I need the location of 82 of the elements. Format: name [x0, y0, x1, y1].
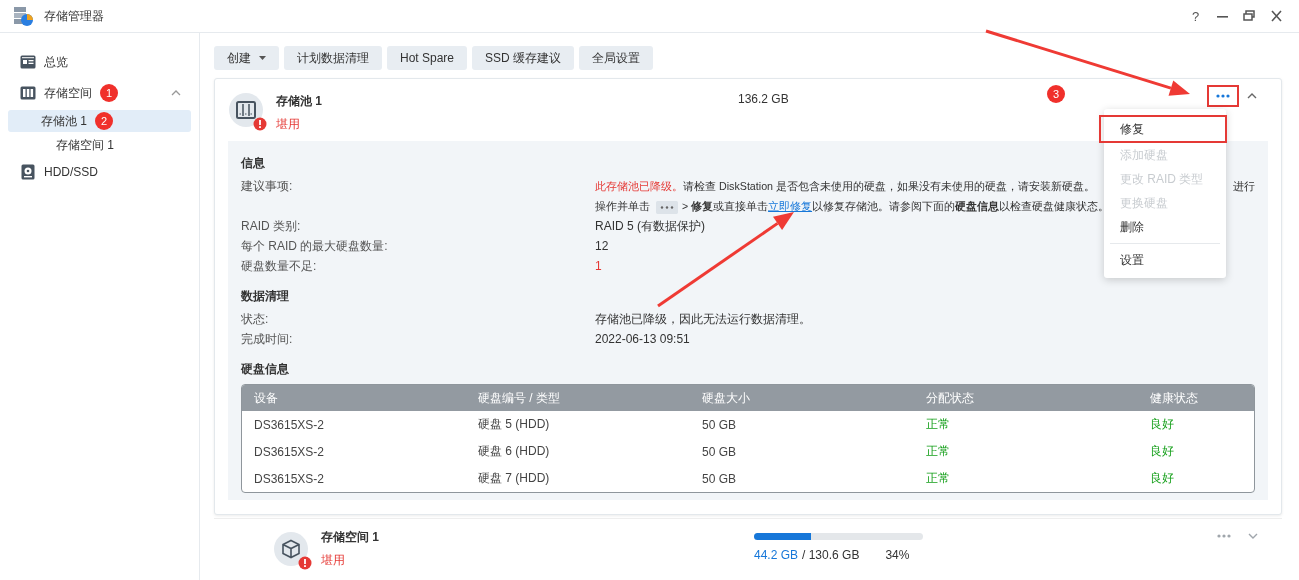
cube-icon: [281, 539, 301, 559]
chevron-up-icon[interactable]: [1247, 93, 1257, 99]
advice-text: 此存储池已降级。请检查 DiskStation 是否包含未使用的硬盘，如果没有未使用的硬盘，请安装新硬盘。: [595, 179, 1095, 194]
overview-icon: [20, 55, 36, 69]
table-cell-text: DS3615XS-2: [253, 470, 326, 488]
table-cell-text: 良好: [1149, 416, 1175, 433]
sidebar-item[interactable]: HDD/SSD: [8, 158, 191, 186]
restore-icon[interactable]: [1241, 10, 1258, 22]
field-label: 状态:: [241, 311, 270, 328]
storage-icon: [20, 86, 36, 100]
field-label: RAID 类别:: [241, 218, 302, 235]
table-cell-text: 正常: [925, 470, 951, 487]
pool-size: 136.2 GB: [738, 91, 790, 106]
column-header: 健康状态: [1138, 385, 1254, 411]
field-label: 每个 RAID 的最大硬盘数量:: [241, 238, 389, 255]
sidebar-label: 总览: [44, 53, 68, 71]
repair-link[interactable]: 立即修复: [768, 200, 813, 212]
field-label: 硬盘数量不足:: [241, 258, 318, 275]
toolbar-button[interactable]: SSD 缓存建议: [472, 46, 575, 70]
more-icon: [1217, 534, 1231, 538]
app-logo-icon: [12, 5, 34, 27]
used-size: 44.2 GB: [754, 548, 799, 562]
help-button[interactable]: ?: [1187, 8, 1204, 24]
total-size: / 130.6 GB: [802, 548, 860, 562]
field-value: 1: [595, 258, 602, 275]
field-value: 存储池已降级，因此无法运行数据清理。: [595, 311, 811, 328]
sidebar-item[interactable]: 存储空间 1: [8, 79, 191, 107]
section-title: 数据清理: [241, 288, 290, 305]
menu-item[interactable]: 设置: [1104, 248, 1226, 272]
table-cell-text: DS3615XS-2: [253, 443, 326, 461]
table-cell-text: 硬盘 7 (HDD): [477, 470, 551, 487]
table-cell-text: 硬盘 6 (HDD): [477, 443, 551, 460]
table-cell-text: 正常: [925, 416, 951, 433]
annotation-badge: 3: [1047, 85, 1065, 103]
section-title: 硬盘信息: [241, 361, 290, 378]
field-value: RAID 5 (有数据保护): [595, 218, 705, 235]
sidebar-item[interactable]: 存储池 1 2: [8, 110, 191, 132]
annotation-badge: 2: [95, 112, 113, 130]
table-cell-text: 50 GB: [701, 470, 738, 488]
sidebar-label: 存储池 1: [41, 112, 87, 130]
menu-item[interactable]: 删除: [1104, 215, 1226, 239]
table-cell-text: 硬盘 5 (HDD): [477, 416, 551, 433]
toolbar-button[interactable]: 全局设置: [579, 46, 654, 70]
table-cell-text: 50 GB: [701, 443, 738, 461]
pool-name: 存储池 1: [276, 93, 323, 110]
sidebar-label: HDD/SSD: [44, 165, 98, 179]
column-header: 设备: [242, 385, 466, 411]
field-label: 建议事项:: [241, 178, 294, 195]
sidebar-label: 存储空间: [44, 84, 92, 102]
warning-icon: [253, 117, 267, 131]
field-label: 完成时间:: [241, 331, 294, 348]
warning-icon: [298, 556, 312, 570]
column-header: 分配状态: [914, 385, 1138, 411]
column-header: 硬盘大小: [690, 385, 914, 411]
sidebar-label: 存储空间 1: [56, 136, 114, 154]
volume-name: 存储空间 1: [321, 529, 380, 546]
window-title: 存储管理器: [44, 7, 104, 25]
toolbar-button[interactable]: 计划数据清理: [284, 46, 382, 70]
table-cell-text: 50 GB: [701, 416, 738, 434]
annotation-badge: 1: [100, 84, 118, 102]
pool-status: 堪用: [276, 116, 301, 133]
more-button[interactable]: [1207, 85, 1239, 107]
table-cell-text: 良好: [1149, 443, 1175, 460]
chevron-up-icon[interactable]: [171, 90, 181, 96]
menu-item[interactable]: 修复: [1099, 115, 1227, 143]
volume-status: 堪用: [321, 552, 346, 569]
sidebar-item[interactable]: 总览: [8, 48, 191, 76]
field-value: 12: [595, 238, 609, 255]
usage-percent: 34%: [885, 548, 910, 562]
advice-text: 进行: [1233, 179, 1255, 194]
storage-pool-icon: [236, 101, 256, 119]
more-icon: [1216, 94, 1230, 98]
dropdown-button[interactable]: 创建: [214, 46, 279, 70]
column-header: 硬盘编号 / 类型: [466, 385, 690, 411]
table-cell-text: DS3615XS-2: [253, 416, 326, 434]
table-cell-text: 良好: [1149, 470, 1175, 487]
field-value: 2022-06-13 09:51: [595, 331, 690, 348]
sidebar-item[interactable]: 存储空间 1: [8, 135, 191, 155]
caret-icon: [259, 56, 266, 60]
close-icon[interactable]: [1268, 10, 1285, 22]
toolbar-button[interactable]: Hot Spare: [387, 46, 468, 70]
table-cell-text: 正常: [925, 443, 951, 460]
